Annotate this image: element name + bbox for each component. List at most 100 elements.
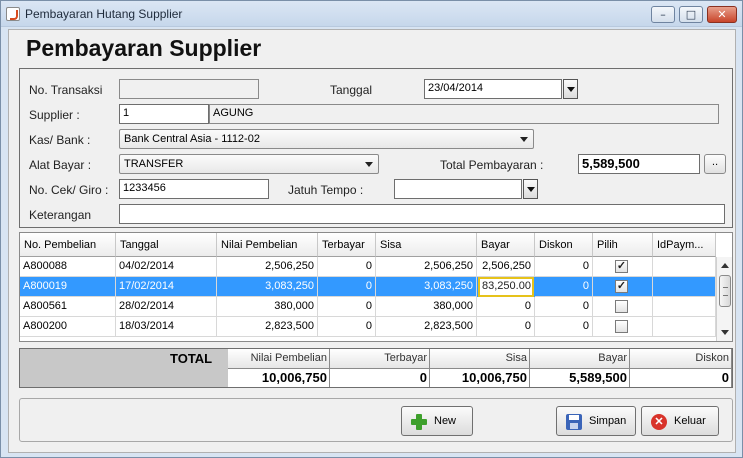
pilih-checkbox[interactable]	[615, 300, 628, 313]
table-row[interactable]: A800561 28/02/2014 380,000 0 380,000 0 0	[20, 297, 716, 317]
jatuh-tempo-picker-button[interactable]	[523, 179, 538, 199]
column-header-bayar[interactable]: Bayar	[477, 233, 535, 257]
column-header-nilai-pembelian[interactable]: Nilai Pembelian	[217, 233, 318, 257]
column-header-tanggal[interactable]: Tanggal	[116, 233, 217, 257]
chevron-down-icon	[365, 162, 373, 167]
total-pembayaran-label: Total Pembayaran :	[440, 158, 544, 172]
column-header-diskon[interactable]: Diskon	[535, 233, 593, 257]
cell-tanggal[interactable]: 04/02/2014	[116, 257, 217, 277]
cell-nilai-pembelian[interactable]: 3,083,250	[217, 277, 318, 297]
cell-no-pembelian[interactable]: A800200	[20, 317, 116, 337]
cell-idpayment[interactable]	[653, 317, 716, 337]
total-header-nilai-pembelian: Nilai Pembelian	[228, 349, 330, 369]
cell-terbayar[interactable]: 0	[318, 297, 376, 317]
cell-nilai-pembelian[interactable]: 2,506,250	[217, 257, 318, 277]
total-value-nilai-pembelian: 10,006,750	[228, 369, 330, 387]
kas-bank-select[interactable]: Bank Central Asia - 1112-02	[119, 129, 534, 149]
cell-diskon[interactable]: 0	[535, 277, 593, 297]
save-button-label: Simpan	[589, 415, 627, 427]
close-window-button[interactable]: ✕	[707, 6, 737, 23]
total-header-terbayar: Terbayar	[330, 349, 430, 369]
exit-button[interactable]: ✕ Keluar	[641, 406, 719, 436]
cell-tanggal[interactable]: 28/02/2014	[116, 297, 217, 317]
cell-sisa[interactable]: 3,083,250	[376, 277, 477, 297]
cell-no-pembelian[interactable]: A800561	[20, 297, 116, 317]
cell-diskon[interactable]: 0	[535, 297, 593, 317]
payment-form-panel: No. Transaksi Tanggal 23/04/2014 Supplie…	[19, 68, 733, 228]
cell-idpayment[interactable]	[653, 297, 716, 317]
total-pembayaran-field[interactable]: 5,589,500	[578, 154, 700, 174]
date-picker-button[interactable]	[563, 79, 578, 99]
cell-pilih	[593, 257, 653, 277]
cell-diskon[interactable]: 0	[535, 317, 593, 337]
total-value-diskon: 0	[630, 369, 732, 387]
chevron-down-icon	[567, 87, 575, 92]
cancel-icon: ✕	[651, 414, 667, 430]
table-row[interactable]: A800200 18/03/2014 2,823,500 0 2,823,500…	[20, 317, 716, 337]
alat-bayar-label: Alat Bayar :	[29, 158, 92, 172]
cell-bayar[interactable]: 0	[477, 297, 535, 317]
action-button-panel: New Simpan ✕ Keluar	[19, 398, 733, 442]
column-header-idpayment[interactable]: IdPaym...	[653, 233, 716, 257]
cell-nilai-pembelian[interactable]: 2,823,500	[217, 317, 318, 337]
new-button-label: New	[434, 415, 457, 427]
tanggal-field[interactable]: 23/04/2014	[424, 79, 562, 99]
chevron-down-icon	[520, 137, 528, 142]
cell-no-pembelian[interactable]: A800088	[20, 257, 116, 277]
no-cek-giro-field[interactable]: 1233456	[119, 179, 269, 199]
pilih-checkbox[interactable]	[615, 320, 628, 333]
totals-label: TOTAL	[170, 351, 213, 366]
cell-bayar[interactable]: 2,506,250	[477, 257, 535, 277]
cell-sisa[interactable]: 2,506,250	[376, 257, 477, 277]
cell-bayar[interactable]: 0	[477, 317, 535, 337]
no-cek-giro-label: No. Cek/ Giro :	[29, 183, 109, 197]
cell-pilih	[593, 317, 653, 337]
column-header-pilih[interactable]: Pilih	[593, 233, 653, 257]
table-row-selected[interactable]: A800019 17/02/2014 3,083,250 0 3,083,250…	[20, 277, 716, 297]
supplier-name-field: AGUNG	[209, 104, 719, 124]
cell-bayar-editor[interactable]: 83,250.00	[478, 277, 534, 297]
exit-button-label: Keluar	[674, 415, 706, 427]
supplier-code-field[interactable]: 1	[119, 104, 209, 124]
table-vertical-scrollbar[interactable]	[716, 257, 732, 341]
pilih-checkbox[interactable]	[615, 280, 628, 293]
maximize-button[interactable]: □	[679, 6, 703, 23]
cell-idpayment[interactable]	[653, 277, 716, 297]
total-header-diskon: Diskon	[630, 349, 732, 369]
no-transaksi-label: No. Transaksi	[29, 83, 103, 97]
pilih-checkbox[interactable]	[615, 260, 628, 273]
cell-diskon[interactable]: 0	[535, 257, 593, 277]
cell-terbayar[interactable]: 0	[318, 277, 376, 297]
scroll-up-arrow-icon[interactable]	[721, 263, 729, 268]
alat-bayar-value: TRANSFER	[124, 158, 184, 170]
client-area: Pembayaran Supplier No. Transaksi Tangga…	[8, 29, 736, 453]
total-header-bayar: Bayar	[530, 349, 630, 369]
cell-sisa[interactable]: 380,000	[376, 297, 477, 317]
column-header-sisa[interactable]: Sisa	[376, 233, 477, 257]
cell-terbayar[interactable]: 0	[318, 317, 376, 337]
cell-nilai-pembelian[interactable]: 380,000	[217, 297, 318, 317]
cell-tanggal[interactable]: 17/02/2014	[116, 277, 217, 297]
cell-terbayar[interactable]: 0	[318, 257, 376, 277]
keterangan-field[interactable]	[119, 204, 725, 224]
table-row[interactable]: A800088 04/02/2014 2,506,250 0 2,506,250…	[20, 257, 716, 277]
scrollbar-thumb[interactable]	[719, 275, 731, 307]
column-header-no-pembelian[interactable]: No. Pembelian	[20, 233, 116, 257]
new-button[interactable]: New	[401, 406, 473, 436]
kas-bank-value: Bank Central Asia - 1112-02	[124, 133, 260, 145]
alat-bayar-select[interactable]: TRANSFER	[119, 154, 379, 174]
minimize-button[interactable]: –	[651, 6, 675, 23]
scroll-down-arrow-icon[interactable]	[721, 330, 729, 335]
cell-pilih	[593, 277, 653, 297]
jatuh-tempo-field[interactable]	[394, 179, 522, 199]
save-button[interactable]: Simpan	[556, 406, 636, 436]
cell-no-pembelian[interactable]: A800019	[20, 277, 116, 297]
lookup-button[interactable]: ..	[704, 154, 726, 174]
cell-sisa[interactable]: 2,823,500	[376, 317, 477, 337]
cell-tanggal[interactable]: 18/03/2014	[116, 317, 217, 337]
column-header-terbayar[interactable]: Terbayar	[318, 233, 376, 257]
jatuh-tempo-label: Jatuh Tempo :	[288, 183, 364, 197]
title-bar[interactable]: Pembayaran Hutang Supplier – □ ✕	[1, 1, 742, 27]
page-title: Pembayaran Supplier	[26, 35, 262, 61]
cell-idpayment[interactable]	[653, 257, 716, 277]
